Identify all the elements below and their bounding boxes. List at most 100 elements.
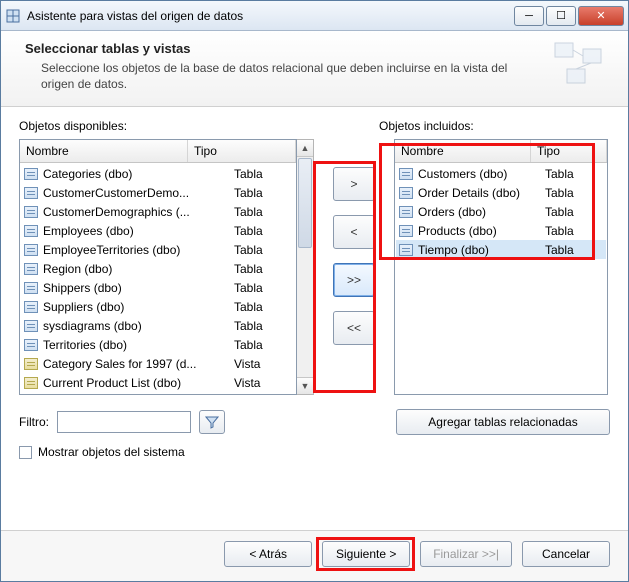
cancel-button[interactable]: Cancelar <box>522 541 610 567</box>
item-type: Tabla <box>545 167 603 181</box>
finish-button[interactable]: Finalizar >>| <box>420 541 512 567</box>
table-icon <box>24 187 38 199</box>
item-name: Region (dbo) <box>43 262 205 276</box>
available-listbox[interactable]: Nombre Tipo Categories (dbo)TablaCustome… <box>19 139 297 395</box>
item-name: EmployeeTerritories (dbo) <box>43 243 205 257</box>
item-name: Territories (dbo) <box>43 338 205 352</box>
list-item[interactable]: Region (dbo)Tabla <box>21 259 295 278</box>
item-name: Tiempo (dbo) <box>418 243 540 257</box>
table-icon <box>399 225 413 237</box>
included-listbox[interactable]: Nombre Tipo Customers (dbo) Tabla Order De… <box>394 139 608 395</box>
list-item[interactable]: Suppliers (dbo) Tabla <box>21 297 295 316</box>
view-icon <box>24 358 38 370</box>
maximize-button[interactable]: ☐ <box>546 6 576 26</box>
scroll-thumb[interactable] <box>298 158 312 248</box>
list-item[interactable]: EmployeeTerritories (dbo) Tabla <box>21 240 295 259</box>
available-scrollbar[interactable]: ▲ ▼ <box>297 139 314 395</box>
col-type-header[interactable]: Tipo <box>531 140 607 162</box>
table-icon <box>24 339 38 351</box>
table-icon <box>24 282 38 294</box>
available-header: Nombre Tipo <box>20 140 296 163</box>
list-item[interactable]: Categories (dbo)Tabla <box>21 164 295 183</box>
item-name: Shippers (dbo) <box>43 281 205 295</box>
table-icon <box>24 206 38 218</box>
minimize-button[interactable]: ─ <box>514 6 544 26</box>
filter-button[interactable] <box>199 410 225 434</box>
available-label: Objetos disponibles: <box>19 119 319 133</box>
list-item[interactable]: Orders (dbo)Tabla <box>396 202 606 221</box>
item-name: Products (dbo) <box>418 224 540 238</box>
item-type: Tabla <box>234 205 292 219</box>
show-system-checkbox[interactable] <box>19 446 32 459</box>
page-description: Seleccione los objetos de la base de dat… <box>25 60 540 92</box>
header-decoration-icon <box>550 41 610 92</box>
filter-label: Filtro: <box>19 415 49 429</box>
scroll-down-icon[interactable]: ▼ <box>297 377 313 394</box>
item-name: Suppliers (dbo) <box>43 300 205 314</box>
item-type: Tabla <box>234 243 292 257</box>
item-name: CustomerDemographics (... <box>43 205 205 219</box>
wizard-header: Seleccionar tablas y vistas Seleccione l… <box>1 31 628 107</box>
item-name: Customers (dbo) <box>418 167 540 181</box>
table-icon <box>24 263 38 275</box>
list-item[interactable]: Customer and Suppliers b...Vista <box>21 392 295 394</box>
list-item[interactable]: Customers (dbo) Tabla <box>396 164 606 183</box>
list-item[interactable]: Territories (dbo) Tabla <box>21 335 295 354</box>
close-button[interactable]: ✕ <box>578 6 624 26</box>
transfer-buttons: > < >> << <box>320 139 388 345</box>
col-name-header[interactable]: Nombre <box>395 140 531 162</box>
remove-all-button[interactable]: << <box>333 311 375 345</box>
list-item[interactable]: Employees (dbo) Tabla <box>21 221 295 240</box>
wizard-footer: < Atrás Siguiente > Finalizar >>| Cancel… <box>1 530 628 581</box>
item-type: Tabla <box>234 338 292 352</box>
table-icon <box>399 244 413 256</box>
item-name: Current Product List (dbo) <box>43 376 205 390</box>
scroll-up-icon[interactable]: ▲ <box>297 140 313 157</box>
list-item[interactable]: CustomerDemographics (... Tabla <box>21 202 295 221</box>
list-item[interactable]: CustomerCustomerDemo... Tabla <box>21 183 295 202</box>
table-icon <box>24 320 38 332</box>
table-icon <box>24 168 38 180</box>
item-name: Order Details (dbo) <box>418 186 540 200</box>
col-name-header[interactable]: Nombre <box>20 140 188 162</box>
window-title: Asistente para vistas del origen de dato… <box>27 9 512 23</box>
table-icon <box>24 244 38 256</box>
wizard-content: Objetos disponibles: Objetos incluidos: … <box>1 107 628 530</box>
item-name: sysdiagrams (dbo) <box>43 319 205 333</box>
item-name: CustomerCustomerDemo... <box>43 186 205 200</box>
item-type: Tabla <box>234 300 292 314</box>
remove-button[interactable]: < <box>333 215 375 249</box>
page-title: Seleccionar tablas y vistas <box>25 41 540 56</box>
list-item[interactable]: Current Product List (dbo) Vista <box>21 373 295 392</box>
item-type: Tabla <box>234 224 292 238</box>
item-type: Tabla <box>545 224 603 238</box>
item-type: Tabla <box>234 319 292 333</box>
filter-input[interactable] <box>57 411 191 433</box>
table-icon <box>24 225 38 237</box>
item-name: Employees (dbo) <box>43 224 205 238</box>
back-button[interactable]: < Atrás <box>224 541 312 567</box>
table-icon <box>24 301 38 313</box>
add-button[interactable]: > <box>333 167 375 201</box>
item-name: Category Sales for 1997 (d... <box>43 357 205 371</box>
titlebar: Asistente para vistas del origen de dato… <box>1 1 628 31</box>
item-name: Categories (dbo) <box>43 167 205 181</box>
list-item[interactable]: Shippers (dbo)Tabla <box>21 278 295 297</box>
item-type: Vista <box>234 357 292 371</box>
list-item[interactable]: Products (dbo) Tabla <box>396 221 606 240</box>
add-related-button[interactable]: Agregar tablas relacionadas <box>396 409 610 435</box>
funnel-icon <box>205 415 219 429</box>
item-name: Orders (dbo) <box>418 205 540 219</box>
next-button[interactable]: Siguiente > <box>322 541 410 567</box>
included-label: Objetos incluidos: <box>379 119 474 133</box>
item-type: Tabla <box>234 186 292 200</box>
list-item[interactable]: Order Details (dbo)Tabla <box>396 183 606 202</box>
view-icon <box>24 377 38 389</box>
col-type-header[interactable]: Tipo <box>188 140 296 162</box>
item-type: Vista <box>234 376 292 390</box>
add-all-button[interactable]: >> <box>333 263 375 297</box>
list-item[interactable]: Category Sales for 1997 (d... Vista <box>21 354 295 373</box>
list-item[interactable]: sysdiagrams (dbo) Tabla <box>21 316 295 335</box>
show-system-label: Mostrar objetos del sistema <box>38 445 185 459</box>
list-item[interactable]: Tiempo (dbo)Tabla <box>396 240 606 259</box>
